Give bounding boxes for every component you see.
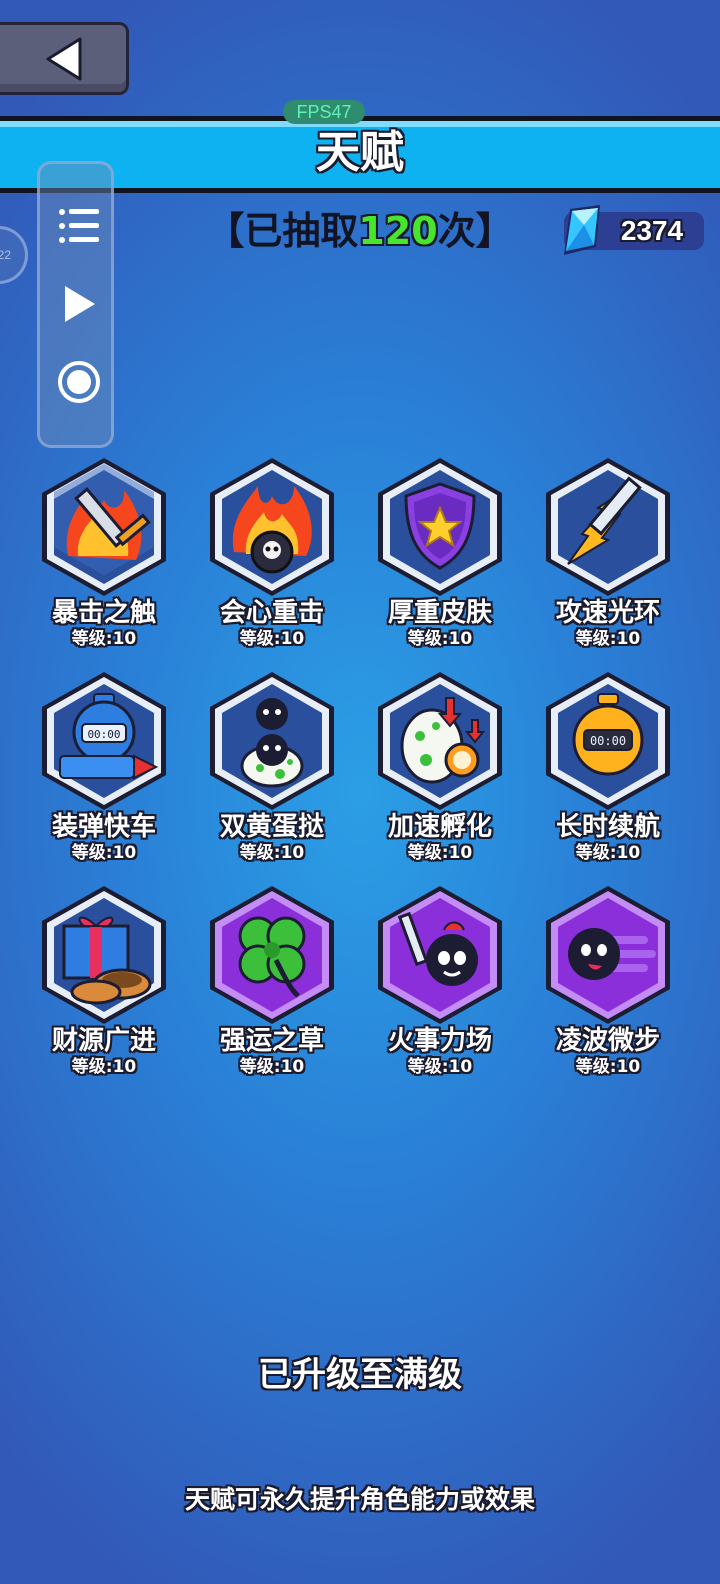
talent-name: 暴击之触 bbox=[51, 598, 156, 628]
dashing-bomb-icon bbox=[568, 928, 656, 980]
back-arrow-icon bbox=[46, 37, 81, 80]
talent-name: 会心重击 bbox=[219, 598, 324, 628]
talent-level: 等级:10 bbox=[407, 1057, 473, 1077]
stopwatch-bullet-icon: 00:00 bbox=[59, 693, 159, 780]
svg-text:00:00: 00:00 bbox=[87, 728, 120, 741]
talent-name: 长时续航 bbox=[555, 812, 660, 842]
golden-lightning-sword-icon bbox=[567, 476, 642, 565]
talent-name: 火事力场 bbox=[387, 1026, 492, 1056]
draw-count: 【已抽取120次】 bbox=[200, 206, 520, 256]
talent-card[interactable]: 暴击之触 等级:10 bbox=[24, 456, 184, 656]
talent-name: 加速孵化 bbox=[387, 812, 492, 842]
yellow-stopwatch-icon: 00:00 bbox=[572, 693, 644, 776]
talent-card[interactable]: 加速孵化 等级:10 bbox=[360, 670, 520, 870]
talent-level: 等级:10 bbox=[575, 843, 641, 863]
talent-level: 等级:10 bbox=[71, 843, 137, 863]
twin-bomb-egg-icon bbox=[240, 698, 304, 788]
floating-toolbar bbox=[37, 161, 114, 448]
talent-name: 装弹快车 bbox=[51, 812, 156, 842]
talent-card[interactable]: 攻速光环 等级:10 bbox=[528, 456, 688, 656]
talent-card[interactable]: 火事力场 等级:10 bbox=[360, 884, 520, 1084]
star-shield-icon bbox=[404, 482, 476, 570]
talent-level: 等级:10 bbox=[71, 1057, 137, 1077]
menu-button[interactable] bbox=[40, 196, 117, 256]
draw-count-suffix: 次】 bbox=[437, 209, 514, 253]
talent-name: 财源广进 bbox=[51, 1026, 156, 1056]
flaming-sword-icon bbox=[66, 487, 151, 560]
talent-level: 等级:10 bbox=[407, 629, 473, 649]
flaming-skull-bomb-icon bbox=[232, 486, 312, 574]
talent-level: 等级:10 bbox=[71, 629, 137, 649]
egg-speed-icon bbox=[400, 697, 486, 784]
play-icon bbox=[64, 286, 95, 322]
draw-count-number: 120 bbox=[358, 209, 438, 253]
talent-card[interactable]: 强运之草 等级:10 bbox=[192, 884, 352, 1084]
talent-name: 攻速光环 bbox=[555, 598, 660, 628]
record-button[interactable] bbox=[40, 352, 117, 412]
talent-name: 双黄蛋挞 bbox=[219, 812, 324, 842]
talent-name: 凌波微步 bbox=[555, 1026, 660, 1056]
gift-coins-icon bbox=[62, 916, 152, 1005]
talent-description: 天赋可永久提升角色能力或效果 bbox=[184, 1485, 535, 1514]
record-icon bbox=[57, 361, 100, 403]
talent-level: 等级:10 bbox=[575, 1057, 641, 1077]
talent-level: 等级:10 bbox=[575, 629, 641, 649]
gem-count: 2374 bbox=[620, 215, 684, 246]
talent-card[interactable]: 00:00 长时续航 等级:10 bbox=[528, 670, 688, 870]
max-level-status: 已升级至满级 bbox=[258, 1355, 462, 1395]
fps-counter: FPS47 bbox=[283, 100, 365, 124]
talent-level: 等级:10 bbox=[239, 1057, 305, 1077]
side-overlay-button[interactable]: 22 bbox=[0, 226, 28, 284]
talent-level: 等级:10 bbox=[407, 843, 473, 863]
talent-name: 厚重皮肤 bbox=[387, 598, 492, 628]
talent-card[interactable]: 凌波微步 等级:10 bbox=[528, 884, 688, 1084]
talent-level: 等级:10 bbox=[239, 843, 305, 863]
bomb-knight-icon bbox=[397, 911, 478, 986]
draw-count-prefix: 【已抽取 bbox=[206, 209, 359, 253]
menu-icon bbox=[58, 209, 99, 243]
four-leaf-clover-icon bbox=[238, 916, 306, 998]
talent-level: 等级:10 bbox=[239, 629, 305, 649]
talent-card[interactable]: 双黄蛋挞 等级:10 bbox=[192, 670, 352, 870]
talent-card[interactable]: 财源广进 等级:10 bbox=[24, 884, 184, 1084]
talent-name: 强运之草 bbox=[219, 1026, 324, 1056]
talent-card[interactable]: 00:00 装弹快车 等级:10 bbox=[24, 670, 184, 870]
talent-card[interactable]: 厚重皮肤 等级:10 bbox=[360, 456, 520, 656]
play-button[interactable] bbox=[40, 274, 117, 334]
talent-card[interactable]: 会心重击 等级:10 bbox=[192, 456, 352, 656]
svg-text:00:00: 00:00 bbox=[590, 734, 626, 748]
back-button[interactable] bbox=[0, 22, 129, 95]
